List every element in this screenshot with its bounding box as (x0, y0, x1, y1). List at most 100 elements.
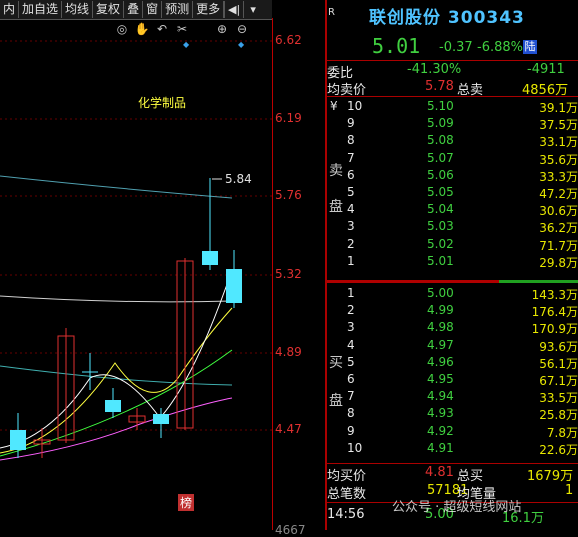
kline-chart[interactable] (0, 18, 272, 530)
price-axis: 6.62 6.19 5.76 5.32 4.89 4.47 4667 (272, 18, 326, 537)
quote-panel: R 联创股份 300343 5.01 -0.37 -6.88% 陆 委比 -41… (327, 0, 578, 530)
sell-order-row[interactable]: 2 5.02 71.7万 (327, 236, 578, 253)
buy-order-row[interactable]: 2 4.99 176.4万 (327, 302, 578, 319)
price-tick: 4.47 (275, 422, 302, 436)
toolbar-button-ma[interactable]: 均线 (62, 1, 94, 18)
buy-order-row[interactable]: 6 4.95 67.1万 (327, 371, 578, 388)
price-tick: 5.32 (275, 267, 302, 281)
sell-order-volume: 47.2万 (539, 187, 578, 201)
sell-order-price: 5.02 (427, 236, 454, 251)
toolbar-button-forecast[interactable]: 预测 (162, 1, 194, 18)
sell-order-volume: 30.6万 (539, 204, 578, 219)
sell-order-row[interactable]: 6 5.06 33.3万 (327, 167, 578, 184)
sell-order-row[interactable]: 8 5.08 33.1万 (327, 132, 578, 149)
buy-order-volume: 176.4万 (531, 305, 578, 320)
divider (327, 463, 578, 464)
sell-order-price: 5.10 (427, 99, 454, 113)
buy-order-row[interactable]: 5 4.96 56.1万 (327, 354, 578, 371)
last-price: 5.01 (372, 34, 421, 58)
buy-order-volume: 170.9万 (531, 322, 578, 337)
buy-order-volume: 93.6万 (539, 339, 578, 354)
avg-buy-label: 均买价 (327, 469, 367, 484)
total-buy-value: 1679万 (527, 469, 574, 484)
sell-order-volume: 71.7万 (539, 238, 578, 253)
total-buy-label: 总买 (457, 469, 484, 484)
sell-order-price: 5.07 (427, 150, 454, 165)
buy-order-row[interactable]: 7 4.94 33.5万 (327, 388, 578, 405)
price-tick: 4667 (275, 523, 306, 537)
buy-order-level: 8 (347, 406, 355, 421)
toolbar-button-add-watchlist[interactable]: 加自选 (19, 1, 63, 18)
sell-order-price: 5.04 (427, 202, 454, 217)
sell-order-row[interactable]: 5 5.05 47.2万 (327, 184, 578, 201)
buy-order-row[interactable]: 9 4.92 7.8万 (327, 423, 578, 440)
webi-diff: -4911 (527, 62, 565, 77)
toolbar-button-overlay[interactable]: 叠 (124, 1, 144, 18)
sell-order-row[interactable]: 9 5.09 37.5万 (327, 115, 578, 132)
sell-order-volume: 37.5万 (539, 118, 578, 133)
sell-order-row[interactable]: 4 5.04 30.6万 (327, 201, 578, 218)
sell-order-level: 4 (347, 202, 355, 217)
buy-order-level: 4 (347, 337, 355, 352)
buy-order-row[interactable]: 4 4.97 93.6万 (327, 337, 578, 354)
sell-order-row[interactable]: 3 5.03 36.2万 (327, 218, 578, 235)
divider (327, 60, 578, 61)
buy-pressure-bar (499, 280, 578, 283)
buy-order-volume: 33.5万 (539, 391, 578, 406)
sell-order-level: 10 (347, 99, 363, 113)
sell-order-price: 5.03 (427, 219, 454, 234)
price-tick: 6.62 (275, 33, 302, 47)
webi-value: -41.30% (407, 62, 462, 77)
sell-order-row[interactable]: 7 5.07 35.6万 (327, 150, 578, 167)
sell-order-level: 6 (347, 167, 355, 182)
buy-order-volume: 25.8万 (539, 408, 578, 423)
webi-row: 委比 -41.30% -4911 (327, 62, 578, 81)
buy-order-price: 4.99 (427, 303, 454, 318)
buy-order-row[interactable]: 3 4.98 170.9万 (327, 319, 578, 336)
buy-order-level: 7 (347, 389, 355, 404)
buy-order-level: 5 (347, 354, 355, 369)
tick-time: 14:56 (327, 507, 365, 522)
sell-order-level: 2 (347, 236, 355, 251)
price-tick: 6.19 (275, 111, 302, 125)
avg-buy-value: 4.81 (425, 465, 454, 480)
buy-order-price: 4.95 (427, 372, 454, 386)
back-arrow-icon[interactable]: ◀| (224, 1, 243, 18)
sell-order-price: 5.09 (427, 116, 454, 131)
stock-name-code[interactable]: 联创股份 300343 (369, 3, 525, 28)
avg-vol-value: 1 (565, 483, 574, 498)
watermark: 公众号 · 超级短线网站 (392, 500, 522, 515)
r-badge: R (328, 7, 335, 18)
toolbar-button-more[interactable]: 更多 (193, 1, 225, 18)
buy-order-volume: 67.1万 (539, 374, 578, 388)
dropdown-arrow-icon[interactable]: ▾ (243, 1, 262, 18)
buy-order-level: 3 (347, 320, 355, 335)
sell-order-volume: 39.1万 (539, 101, 578, 115)
sell-order-row[interactable]: ¥10 5.10 39.1万 (327, 98, 578, 115)
buy-order-row[interactable]: 8 4.93 25.8万 (327, 405, 578, 422)
buy-order-row[interactable]: 10 4.91 22.6万 (327, 440, 578, 457)
sell-order-level: 3 (347, 219, 355, 234)
buy-order-volume: 22.6万 (539, 442, 578, 457)
total-trades-label: 总笔数 (327, 487, 367, 502)
buy-order-level: 10 (347, 440, 363, 455)
divider (327, 96, 578, 97)
bottom-tag[interactable]: 榜 (178, 494, 195, 511)
buy-order-price: 4.98 (427, 320, 454, 335)
buy-order-level: 1 (347, 286, 355, 300)
avg-sell-value: 5.78 (425, 79, 454, 94)
toolbar-button-inner[interactable]: 内 (0, 1, 20, 18)
sell-order-level: 7 (347, 150, 355, 165)
sell-order-row[interactable]: 1 5.01 29.8万 (327, 253, 578, 270)
sell-order-volume: 36.2万 (539, 221, 578, 236)
price-tick: 5.76 (275, 188, 302, 202)
buy-order-volume: 7.8万 (546, 425, 578, 440)
sell-order-price: 5.05 (427, 185, 454, 199)
sell-pressure-bar (327, 280, 499, 283)
toolbar-button-window[interactable]: 窗 (143, 1, 163, 18)
buy-order-row[interactable]: 1 5.00 143.3万 (327, 285, 578, 302)
avg-sell-row: 均卖价 5.78 总卖 4856万 (327, 79, 578, 98)
toolbar-button-adjust[interactable]: 复权 (93, 1, 125, 18)
buy-order-level: 9 (347, 423, 355, 438)
high-marker-label: 5.84 (225, 172, 252, 186)
